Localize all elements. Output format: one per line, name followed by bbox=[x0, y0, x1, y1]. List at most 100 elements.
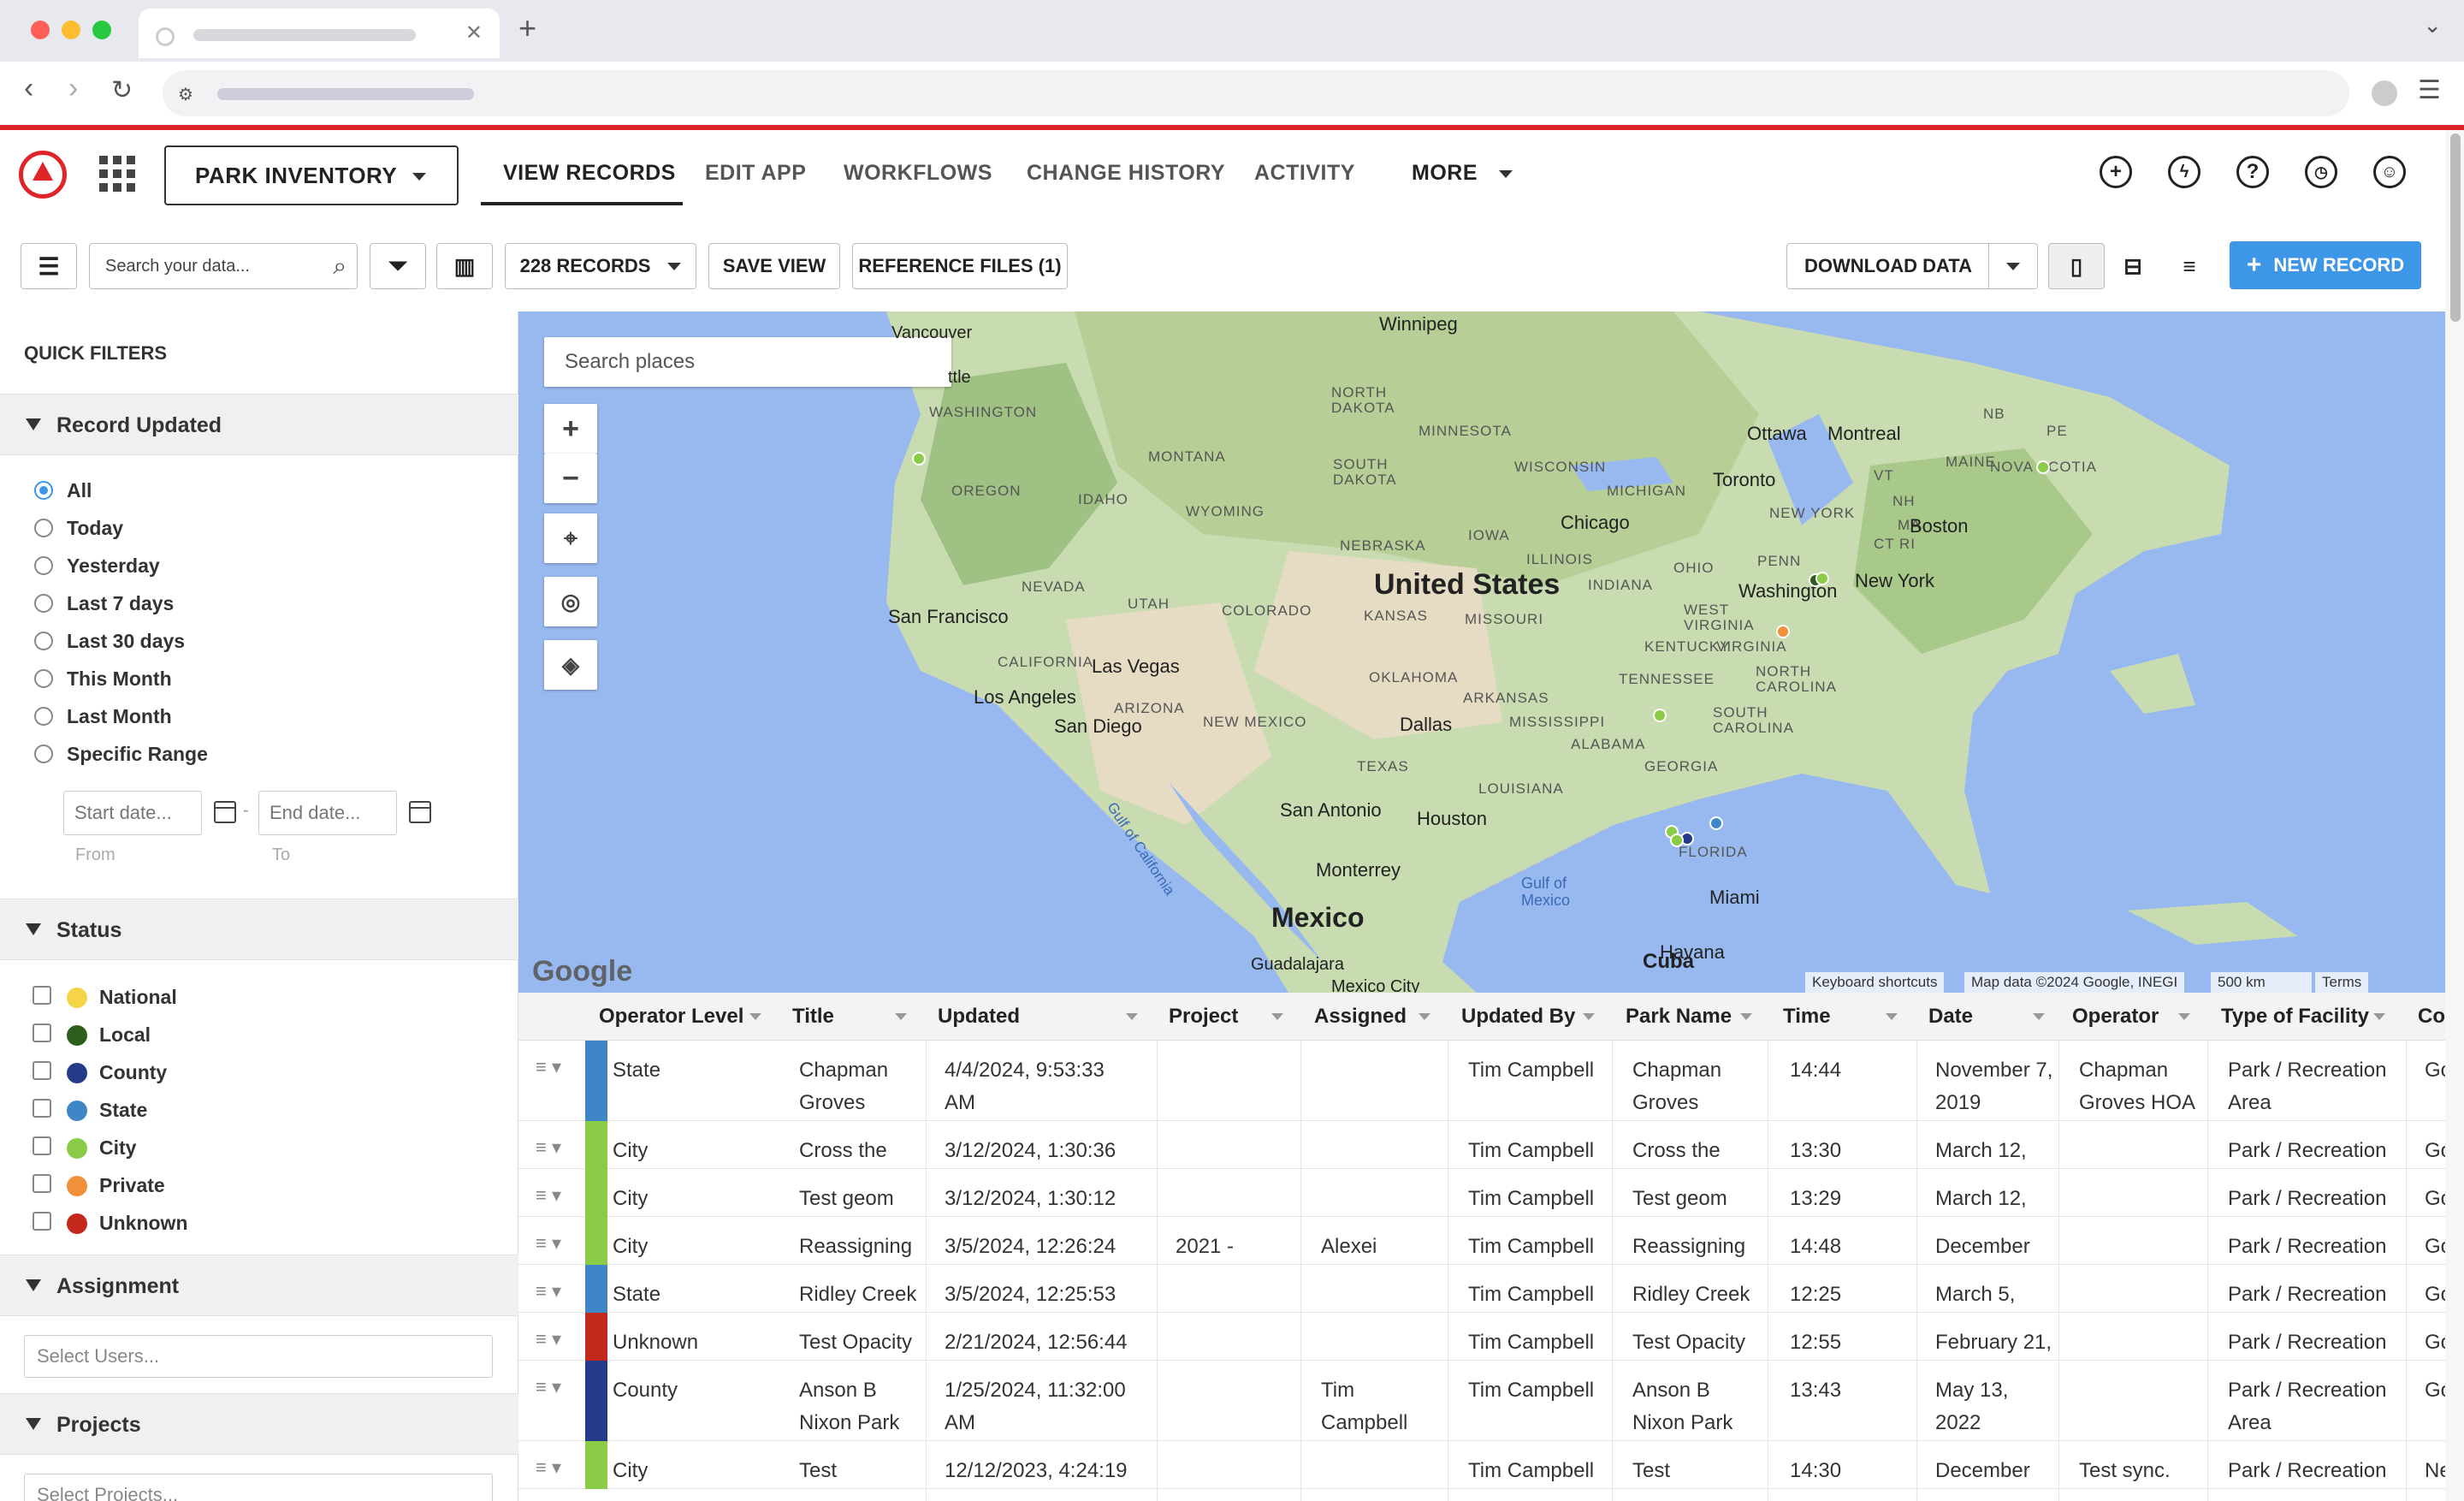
col-date[interactable]: Date bbox=[1928, 1005, 1973, 1029]
table-row[interactable]: ≡ ▾ City Reassigning 3/5/2024, 12:26:24 2021… bbox=[518, 1217, 2445, 1265]
download-data-button[interactable]: DOWNLOAD DATA bbox=[1786, 243, 1990, 289]
sort-caret-icon[interactable] bbox=[1126, 1013, 1138, 1020]
lightning-icon[interactable]: ϟ bbox=[2168, 156, 2200, 188]
browser-menu-icon[interactable]: ☰ bbox=[2418, 75, 2441, 105]
zoom-in-button[interactable]: + bbox=[544, 404, 597, 454]
select-projects-input[interactable]: Select Projects... bbox=[24, 1474, 493, 1501]
site-settings-icon[interactable]: ⚙ bbox=[178, 84, 193, 105]
table-row[interactable]: ≡ ▾ Unknown Test Opacity 2/21/2024, 12:56:4… bbox=[518, 1313, 2445, 1361]
close-window-button[interactable] bbox=[31, 21, 50, 39]
tab-edit-app[interactable]: EDIT APP bbox=[705, 161, 806, 186]
profile-icon[interactable] bbox=[2372, 80, 2397, 106]
address-bar[interactable]: ⚙ bbox=[163, 70, 2349, 116]
fullscreen-globe-icon[interactable]: ◎ bbox=[544, 577, 597, 626]
tab-view-records[interactable]: VIEW RECORDS bbox=[503, 161, 676, 186]
record-updated-section-header[interactable]: Record Updated bbox=[0, 394, 518, 455]
layers-icon[interactable]: ◈ bbox=[544, 640, 597, 690]
reference-files-button[interactable]: REFERENCE FILES (1) bbox=[852, 243, 1068, 289]
browser-tab[interactable]: ✕ bbox=[139, 9, 500, 58]
start-date-input[interactable]: Start date... bbox=[63, 791, 202, 835]
map-marker[interactable] bbox=[1776, 625, 1790, 638]
sort-caret-icon[interactable] bbox=[1583, 1013, 1595, 1020]
col-time[interactable]: Time bbox=[1783, 1005, 1831, 1029]
tab-change-history[interactable]: CHANGE HISTORY bbox=[1027, 161, 1225, 186]
download-options-caret[interactable] bbox=[1988, 243, 2038, 289]
sort-caret-icon[interactable] bbox=[1419, 1013, 1430, 1020]
col-updated[interactable]: Updated bbox=[938, 1005, 1020, 1029]
col-type-of-facility[interactable]: Type of Facility bbox=[2221, 1005, 2369, 1029]
start-calendar-icon[interactable] bbox=[214, 801, 236, 823]
radio-last-7-days[interactable] bbox=[34, 594, 53, 613]
table-row[interactable]: ≡ ▾ County Anson B Nixon Park 1/25/2024, 11… bbox=[518, 1361, 2445, 1441]
sort-caret-icon[interactable] bbox=[749, 1013, 761, 1020]
col-title[interactable]: Title bbox=[792, 1005, 834, 1029]
row-drag-handle-icon[interactable]: ≡ ▾ bbox=[536, 1376, 561, 1398]
tab-more[interactable]: MORE bbox=[1412, 161, 1513, 186]
col-operator-level[interactable]: Operator Level bbox=[599, 1005, 743, 1029]
projects-section-header[interactable]: Projects bbox=[0, 1393, 518, 1455]
search-input[interactable]: Search your data... ⌕ bbox=[89, 243, 358, 289]
col-assigned[interactable]: Assigned bbox=[1314, 1005, 1407, 1029]
radio-specific-range[interactable] bbox=[34, 745, 53, 763]
sort-caret-icon[interactable] bbox=[2178, 1013, 2190, 1020]
forward-icon[interactable]: › bbox=[68, 72, 78, 105]
sort-caret-icon[interactable] bbox=[2033, 1013, 2045, 1020]
end-date-input[interactable]: End date... bbox=[258, 791, 397, 835]
keyboard-shortcuts-link[interactable]: Keyboard shortcuts bbox=[1805, 972, 1945, 993]
radio-all[interactable] bbox=[34, 481, 53, 500]
sort-caret-icon[interactable] bbox=[1740, 1013, 1752, 1020]
minimize-window-button[interactable] bbox=[62, 21, 80, 39]
col-project[interactable]: Project bbox=[1169, 1005, 1238, 1029]
sort-caret-icon[interactable] bbox=[2373, 1013, 2385, 1020]
save-view-button[interactable]: SAVE VIEW bbox=[708, 243, 840, 289]
map-marker[interactable] bbox=[1815, 572, 1829, 585]
table-row[interactable]: ≡ ▾ State Chapman Groves 4/4/2024, 9:53:33 … bbox=[518, 1041, 2445, 1121]
terms-link[interactable]: Terms bbox=[2315, 972, 2369, 993]
map-marker[interactable] bbox=[1653, 709, 1667, 722]
new-tab-icon[interactable]: + bbox=[518, 10, 536, 46]
map-marker[interactable] bbox=[1670, 834, 1684, 847]
status-city-checkbox[interactable] bbox=[33, 1136, 51, 1155]
list-view-icon[interactable]: ☰ bbox=[21, 243, 77, 289]
end-calendar-icon[interactable] bbox=[409, 801, 431, 823]
row-drag-handle-icon[interactable]: ≡ ▾ bbox=[536, 1457, 561, 1479]
clock-icon[interactable]: ◷ bbox=[2305, 156, 2337, 188]
table-row[interactable]: ≡ ▾ City Test 12/12/2023, 4:24:19 Tim Campbe… bbox=[518, 1441, 2445, 1489]
app-logo-icon[interactable] bbox=[19, 151, 67, 199]
radio-last-30-days[interactable] bbox=[34, 632, 53, 650]
search-icon[interactable]: ⌕ bbox=[333, 252, 346, 281]
radio-yesterday[interactable] bbox=[34, 556, 53, 575]
row-drag-handle-icon[interactable]: ≡ ▾ bbox=[536, 1136, 561, 1159]
new-record-button[interactable]: + NEW RECORD bbox=[2230, 241, 2421, 289]
back-icon[interactable]: ‹ bbox=[24, 72, 33, 105]
status-unknown-checkbox[interactable] bbox=[33, 1212, 51, 1231]
add-icon[interactable]: + bbox=[2100, 156, 2132, 188]
status-private-checkbox[interactable] bbox=[33, 1174, 51, 1193]
search-places-input[interactable]: Search places bbox=[544, 337, 951, 387]
page-scrollbar[interactable] bbox=[2445, 130, 2464, 1501]
maximize-window-button[interactable] bbox=[92, 21, 111, 39]
zoom-out-button[interactable]: − bbox=[544, 454, 597, 503]
tab-workflows[interactable]: WORKFLOWS bbox=[844, 161, 992, 186]
help-icon[interactable]: ? bbox=[2236, 156, 2269, 188]
tab-list-chevron-icon[interactable]: ⌄ bbox=[2423, 12, 2442, 39]
sort-caret-icon[interactable] bbox=[1886, 1013, 1898, 1020]
row-drag-handle-icon[interactable]: ≡ ▾ bbox=[536, 1232, 561, 1255]
status-section-header[interactable]: Status bbox=[0, 899, 518, 960]
radio-this-month[interactable] bbox=[34, 669, 53, 688]
status-local-checkbox[interactable] bbox=[33, 1023, 51, 1042]
map-marker[interactable] bbox=[2036, 460, 2050, 474]
row-drag-handle-icon[interactable]: ≡ ▾ bbox=[536, 1056, 561, 1078]
map-marker[interactable] bbox=[912, 452, 926, 466]
table-view-icon[interactable]: ≡ bbox=[2161, 243, 2218, 289]
row-drag-handle-icon[interactable]: ≡ ▾ bbox=[536, 1184, 561, 1207]
apps-grid-icon[interactable] bbox=[99, 156, 135, 192]
status-state-checkbox[interactable] bbox=[33, 1099, 51, 1118]
split-view-icon[interactable]: ⊟ bbox=[2105, 243, 2161, 289]
locate-me-icon[interactable]: ⌖ bbox=[544, 513, 597, 563]
table-row[interactable]: ≡ ▾ City Cross the 3/12/2024, 1:30:36 Tim Ca… bbox=[518, 1121, 2445, 1169]
records-count-dropdown[interactable]: 228 RECORDS bbox=[505, 243, 696, 289]
status-county-checkbox[interactable] bbox=[33, 1061, 51, 1080]
assignment-section-header[interactable]: Assignment bbox=[0, 1255, 518, 1316]
table-row[interactable]: ≡ ▾ State Ridley Creek 3/5/2024, 12:25:53 Ti… bbox=[518, 1265, 2445, 1313]
